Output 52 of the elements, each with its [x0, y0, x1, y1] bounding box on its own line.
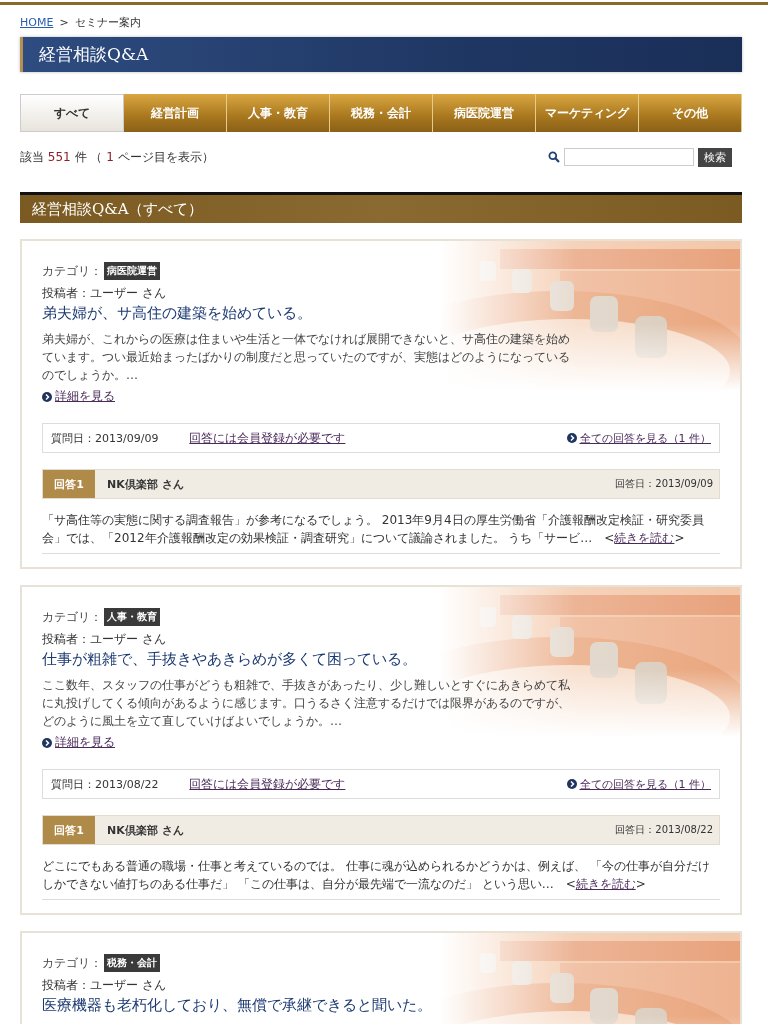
answer-number: 回答1	[43, 470, 95, 498]
category-tab[interactable]: マーケティング	[536, 94, 639, 132]
category-tab[interactable]: 経営計画	[124, 94, 227, 132]
answer-text: 「サ高住等の実態に関する調査報告」が参考になるでしょう。 2013年9月4日の厚生労働省「介護報酬改定検証・研究委員会」では、「2012年介護報酬改定の効果検証・調査研究」について議論されました。 うち「サービ… <続きを読む>	[42, 511, 720, 554]
author-text: 投稿者：ユーザー さん	[42, 285, 167, 302]
answer-date: 回答日：2013/08/22	[615, 823, 713, 837]
category-tag: 人事・教育	[104, 608, 160, 626]
breadcrumb-separator: >	[59, 15, 69, 29]
category-tag: 税務・会計	[104, 954, 160, 972]
question-date: 質問日：2013/08/22	[51, 776, 159, 792]
search-button[interactable]: 検索	[698, 147, 732, 167]
category-tab[interactable]: その他	[639, 94, 742, 132]
category-tab[interactable]: 人事・教育	[227, 94, 330, 132]
breadcrumb-current: セミナー案内	[74, 14, 141, 30]
category-tab[interactable]: 税務・会計	[330, 94, 433, 132]
question-title: 仕事が粗雑で、手抜きやあきらめが多くて困っている。	[42, 650, 418, 669]
category-tab[interactable]: すべて	[20, 94, 124, 132]
question-date: 質問日：2013/09/09	[51, 430, 159, 446]
read-more-link[interactable]: 続きを読む	[614, 531, 675, 545]
question-text: 弟夫婦が、これからの医療は住まいや生活と一体でなければ展開できないと、サ高住の建築を始めています。つい最近始まったばかりの制度だと思っていたのですが、実態はどのようになっているのでしょうか。…	[42, 331, 571, 384]
read-more-link[interactable]: 続きを読む	[575, 877, 636, 891]
arrow-circle-icon	[42, 391, 52, 402]
category-label: カテゴリ：	[42, 954, 102, 972]
answer-date: 回答日：2013/09/09	[615, 477, 713, 491]
answer-text: どこにでもある普通の職場・仕事と考えているのでは。 仕事に魂が込められるかどうかは、例えば、 「今の仕事が自分だけしかできない値打ちのある仕事だ」 「この仕事は、自分が最先端で一流なのだ」 という思い… <続きを読む>	[42, 857, 720, 900]
page-title: 経営相談Q&A	[39, 43, 149, 66]
section-title: 経営相談Q&A（すべて）	[32, 199, 204, 219]
register-link[interactable]: 回答には会員登録が必要です	[189, 775, 346, 793]
arrow-circle-icon	[42, 737, 52, 748]
register-link[interactable]: 回答には会員登録が必要です	[189, 429, 346, 447]
question-title: 弟夫婦が、サ高住の建築を始めている。	[42, 304, 313, 323]
author-text: 投稿者：ユーザー さん	[42, 977, 167, 994]
search-icon	[548, 151, 560, 163]
arrow-circle-icon	[566, 779, 577, 789]
category-tag: 病医院運営	[104, 262, 160, 280]
detail-link[interactable]: 詳細を見る	[55, 734, 115, 751]
question-title: 医療機器も老朽化しており、無償で承継できると聞いた。	[42, 996, 433, 1015]
category-tab[interactable]: 病医院運営	[433, 94, 536, 132]
answerer-name: NK倶楽部 さん	[107, 822, 185, 838]
category-label: カテゴリ：	[42, 608, 102, 626]
category-label: カテゴリ：	[42, 262, 102, 280]
question-text: ここ数年、スタッフの仕事がどうも粗雑で、手抜きがあったり、少し難しいとすぐにあきらめて私に丸投げしてくる傾向があるように感じます。口うるさく注意するだけでは限界があるのですが、どのように風土を立て直していけばよいでしょうか。…	[42, 677, 571, 730]
home-link[interactable]: HOME	[20, 15, 54, 29]
author-text: 投稿者：ユーザー さん	[42, 631, 167, 648]
answer-number: 回答1	[43, 816, 95, 844]
result-count: 該当 551 件 （ 1 ページ目を表示）	[20, 148, 214, 166]
answerer-name: NK倶楽部 さん	[107, 476, 185, 492]
all-answers-link[interactable]: 全ての回答を見る（1 件）	[579, 776, 711, 792]
all-answers-link[interactable]: 全ての回答を見る（1 件）	[579, 430, 711, 446]
detail-link[interactable]: 詳細を見る	[55, 388, 115, 405]
arrow-circle-icon	[566, 433, 577, 443]
search-field[interactable]	[564, 148, 694, 166]
